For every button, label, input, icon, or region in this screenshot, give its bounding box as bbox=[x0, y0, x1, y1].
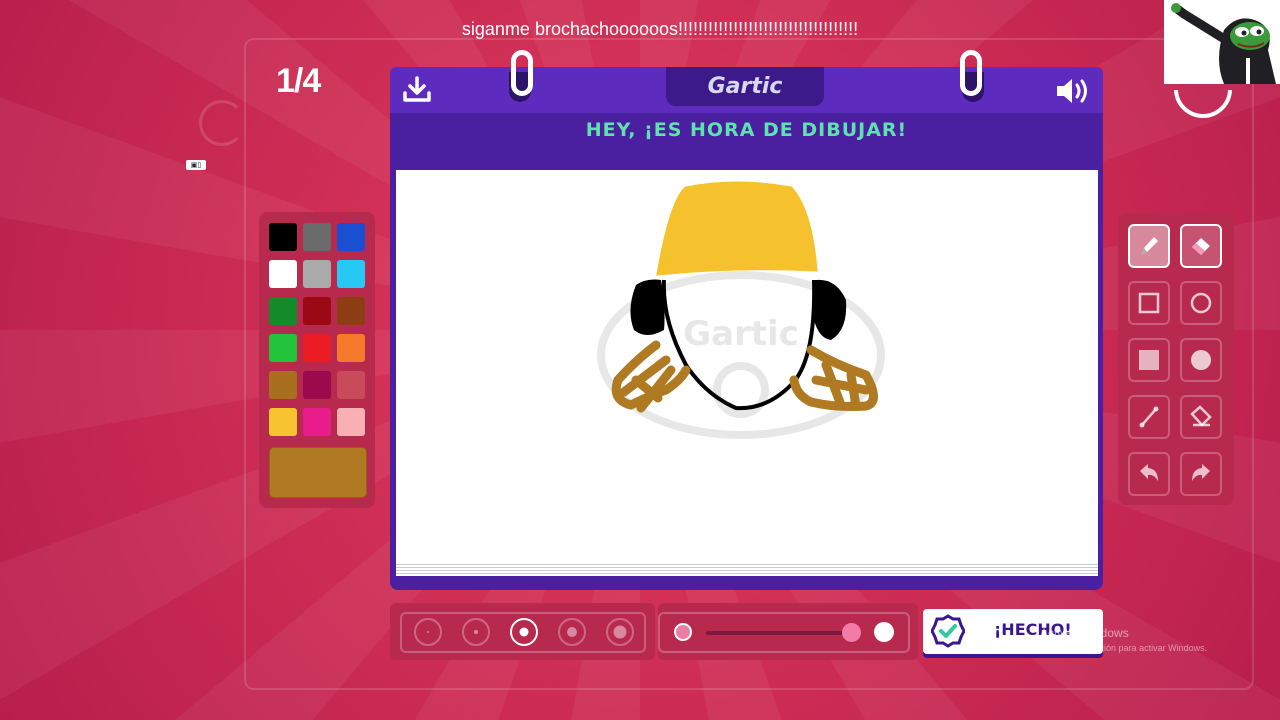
opacity-max-indicator bbox=[874, 622, 894, 642]
windows-activation-subtitle: Ve a Configuración para activar Windows. bbox=[1040, 643, 1208, 653]
download-button[interactable] bbox=[402, 76, 432, 108]
line-tool[interactable] bbox=[1128, 395, 1170, 439]
color-swatch[interactable] bbox=[337, 408, 365, 436]
check-badge-icon bbox=[931, 614, 965, 648]
windows-activation-title: Activar Windows bbox=[1040, 626, 1129, 640]
opacity-min-handle bbox=[674, 623, 692, 641]
color-swatch[interactable] bbox=[269, 334, 297, 362]
app-logo: Gartic bbox=[666, 67, 824, 106]
color-swatch[interactable] bbox=[337, 297, 365, 325]
brush-size-option[interactable] bbox=[558, 618, 586, 646]
bucket-icon bbox=[1190, 405, 1212, 427]
pencil-icon bbox=[1142, 237, 1158, 255]
stream-caption: siganme brochachoooooos!!!!!!!!!!!!!!!!!… bbox=[461, 19, 859, 39]
binder-ring-right bbox=[960, 50, 982, 96]
color-swatch[interactable] bbox=[337, 371, 365, 399]
circle-filled-icon bbox=[1191, 350, 1211, 370]
opacity-slider-handle[interactable] bbox=[842, 623, 861, 642]
speaker-icon bbox=[1057, 79, 1087, 103]
brush-size-option[interactable] bbox=[414, 618, 442, 646]
circle-outline-icon bbox=[1190, 292, 1212, 314]
canvas-watermark-text: Gartic bbox=[683, 314, 799, 354]
color-swatch[interactable] bbox=[303, 408, 331, 436]
brush-size-dot bbox=[613, 625, 627, 639]
eraser-tool[interactable] bbox=[1180, 224, 1222, 268]
color-swatch[interactable] bbox=[269, 297, 297, 325]
undo-tool[interactable] bbox=[1128, 452, 1170, 496]
page-title: HEY, ¡ES HORA DE DIBUJAR! bbox=[585, 119, 908, 141]
notebook-page-edges bbox=[396, 562, 1098, 576]
square-filled-icon bbox=[1139, 350, 1159, 370]
color-swatch[interactable] bbox=[269, 260, 297, 288]
streamer-overlay-image bbox=[1164, 0, 1280, 84]
round-counter: 1/4 bbox=[276, 62, 321, 100]
brush-size-dot bbox=[427, 631, 429, 633]
undo-icon bbox=[1140, 464, 1158, 481]
loading-spinner bbox=[199, 100, 245, 146]
eraser-icon bbox=[1192, 238, 1210, 255]
color-swatch[interactable] bbox=[303, 223, 331, 251]
color-swatch[interactable] bbox=[337, 223, 365, 251]
download-icon bbox=[403, 76, 431, 102]
binder-ring-left bbox=[511, 50, 533, 96]
pencil-tool[interactable] bbox=[1128, 224, 1170, 268]
color-swatch[interactable] bbox=[269, 408, 297, 436]
user-drawing bbox=[611, 181, 878, 413]
color-swatch[interactable] bbox=[269, 223, 297, 251]
square-outline-icon bbox=[1138, 292, 1160, 314]
brush-size-option[interactable] bbox=[606, 618, 634, 646]
brush-size-dot bbox=[567, 627, 577, 637]
filled-ellipse-tool[interactable] bbox=[1180, 338, 1222, 382]
fill-tool[interactable] bbox=[1180, 395, 1222, 439]
sound-button[interactable] bbox=[1054, 76, 1092, 110]
color-swatch[interactable] bbox=[303, 260, 331, 288]
drawing-canvas[interactable]: Gartic bbox=[396, 170, 1098, 562]
brush-size-dot bbox=[519, 627, 529, 637]
small-status-icon: ▣▯ bbox=[186, 160, 206, 170]
brush-size-option[interactable] bbox=[462, 618, 490, 646]
redo-icon bbox=[1192, 464, 1210, 481]
ellipse-tool[interactable] bbox=[1180, 281, 1222, 325]
color-swatch[interactable] bbox=[303, 297, 331, 325]
brush-size-option[interactable] bbox=[510, 618, 538, 646]
color-swatch[interactable] bbox=[337, 260, 365, 288]
filled-rectangle-tool[interactable] bbox=[1128, 338, 1170, 382]
rectangle-tool[interactable] bbox=[1128, 281, 1170, 325]
color-swatch[interactable] bbox=[303, 371, 331, 399]
pepe-frog-icon bbox=[1171, 3, 1276, 84]
opacity-slider-track[interactable] bbox=[706, 631, 854, 635]
redo-tool[interactable] bbox=[1180, 452, 1222, 496]
color-swatch[interactable] bbox=[303, 334, 331, 362]
color-swatch[interactable] bbox=[337, 334, 365, 362]
color-swatch[interactable] bbox=[269, 371, 297, 399]
brush-size-dot bbox=[474, 630, 478, 634]
selected-color-preview bbox=[269, 447, 367, 498]
line-icon bbox=[1139, 406, 1159, 428]
